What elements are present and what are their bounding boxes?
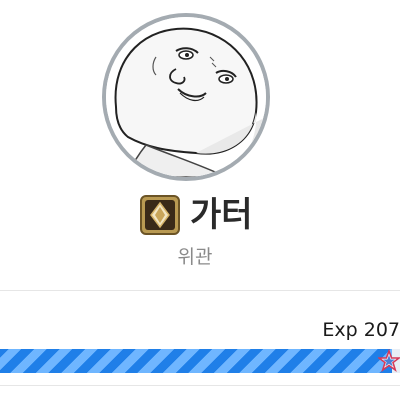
rank-badge-icon	[140, 195, 180, 235]
section-divider	[0, 290, 400, 291]
profile-page: 가터 위관 Exp 207	[0, 0, 400, 400]
user-rank-title: 위관	[177, 246, 213, 268]
star-icon	[378, 349, 400, 373]
user-name: 가터	[190, 195, 253, 235]
bottom-divider	[0, 385, 400, 386]
exp-label: Exp 207	[322, 319, 400, 341]
exp-progress-bar	[0, 349, 400, 373]
name-row: 가터	[0, 193, 400, 237]
cartoon-face-icon	[106, 17, 266, 177]
exp-progress-fill	[0, 349, 392, 373]
profile-avatar[interactable]	[102, 13, 270, 181]
